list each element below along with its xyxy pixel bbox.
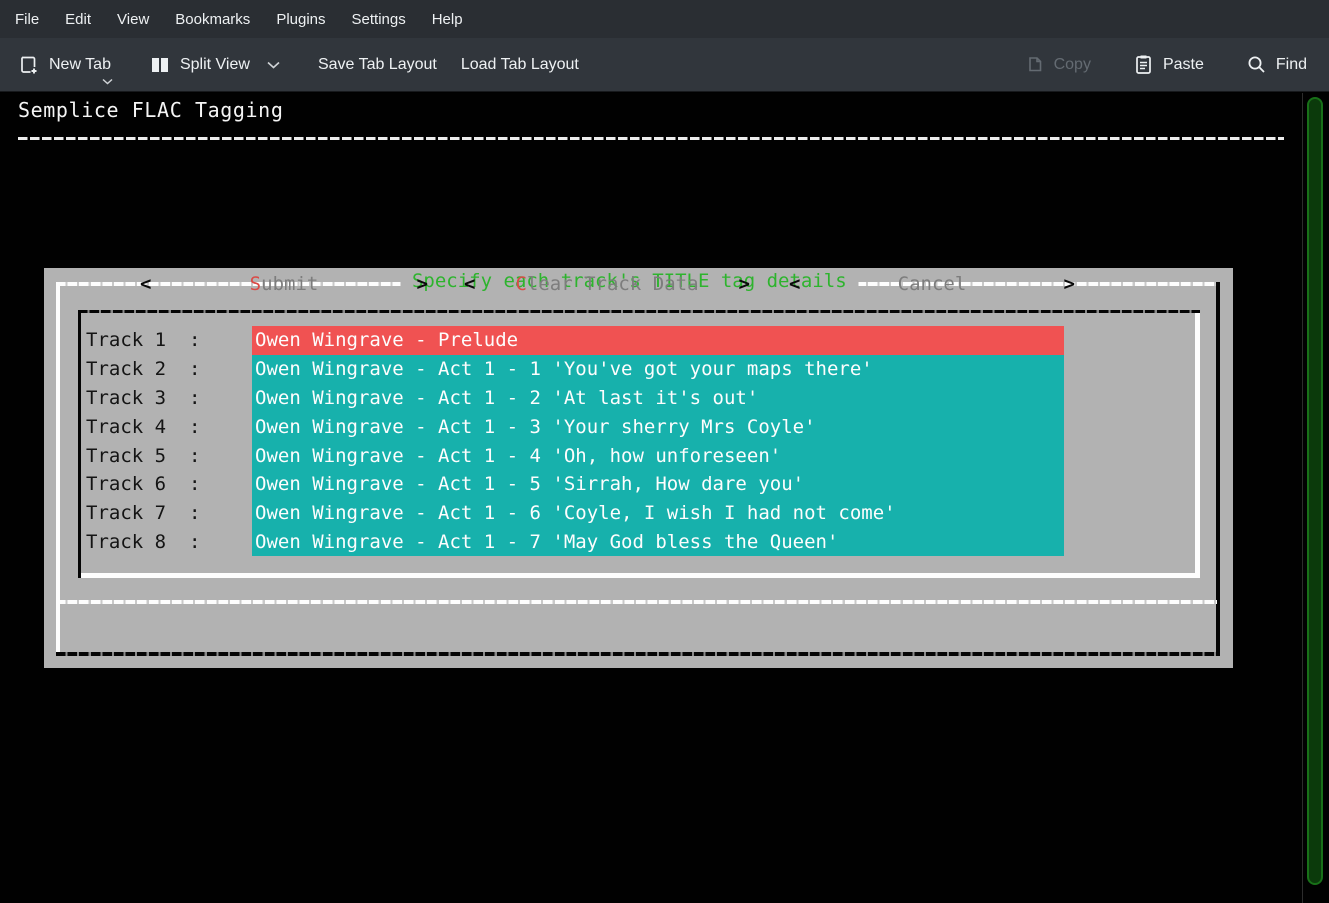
- track-form-box: Track 1 : Owen Wingrave - Prelude Track …: [78, 310, 1200, 578]
- track-label: Track 1 :: [78, 329, 252, 351]
- menu-settings[interactable]: Settings: [339, 0, 419, 38]
- split-view-label: Split View: [180, 56, 250, 74]
- cancel-label: Cancel: [898, 273, 967, 295]
- terminal-scrollbar[interactable]: [1307, 97, 1323, 885]
- terminal-heading: Semplice FLAC Tagging: [18, 98, 283, 122]
- menu-plugins[interactable]: Plugins: [263, 0, 338, 38]
- track-label: Track 3 :: [78, 387, 252, 409]
- track-label: Track 4 :: [78, 416, 252, 438]
- track-title-input[interactable]: Owen Wingrave - Act 1 - 1 'You've got yo…: [252, 355, 1064, 384]
- copy-icon: [1024, 54, 1045, 75]
- submit-label: ubmit: [261, 273, 318, 295]
- bracket-right: >: [417, 273, 428, 295]
- submit-hotkey: S: [250, 273, 261, 295]
- track-title-input[interactable]: Owen Wingrave - Act 1 - 7 'May God bless…: [252, 528, 1064, 557]
- toolbar: New Tab Split View Save Tab: [0, 38, 1329, 92]
- menu-file[interactable]: File: [2, 0, 52, 38]
- find-button[interactable]: Find: [1234, 43, 1319, 87]
- dialog-button-separator: [56, 600, 1217, 604]
- heading-underline: [18, 137, 1284, 140]
- clear-label: lear Track Data: [527, 273, 699, 295]
- copy-button[interactable]: Copy: [1012, 43, 1103, 87]
- track-rows: Track 1 : Owen Wingrave - Prelude Track …: [78, 326, 1200, 556]
- form-border-bottom: [81, 573, 1200, 578]
- track-row: Track 1 : Owen Wingrave - Prelude: [78, 326, 1200, 355]
- cancel-button[interactable]: < Cancel >: [789, 268, 1075, 300]
- track-label: Track 5 :: [78, 445, 252, 467]
- copy-label: Copy: [1054, 56, 1091, 74]
- track-row: Track 4 : Owen Wingrave - Act 1 - 3 'You…: [78, 412, 1200, 441]
- track-title-input[interactable]: Owen Wingrave - Act 1 - 4 'Oh, how unfor…: [252, 441, 1064, 470]
- clear-track-data-button[interactable]: < Clear Track Data >: [464, 268, 750, 300]
- save-tab-layout-label: Save Tab Layout: [318, 56, 437, 74]
- track-row: Track 6 : Owen Wingrave - Act 1 - 5 'Sir…: [78, 470, 1200, 499]
- paste-icon: [1133, 54, 1154, 75]
- track-row: Track 7 : Owen Wingrave - Act 1 - 6 'Coy…: [78, 499, 1200, 528]
- bracket-left: <: [789, 273, 800, 295]
- track-label: Track 6 :: [78, 473, 252, 495]
- track-row: Track 2 : Owen Wingrave - Act 1 - 1 'You…: [78, 355, 1200, 384]
- track-title-input[interactable]: Owen Wingrave - Prelude: [252, 326, 1064, 355]
- track-title-input[interactable]: Owen Wingrave - Act 1 - 5 'Sirrah, How d…: [252, 470, 1064, 499]
- new-tab-chevron-down-icon[interactable]: [102, 78, 113, 85]
- clear-hotkey: C: [515, 273, 526, 295]
- terminal-edge-divider: [1302, 93, 1303, 903]
- menu-help[interactable]: Help: [419, 0, 476, 38]
- track-label: Track 2 :: [78, 358, 252, 380]
- split-view-chevron-down-icon[interactable]: [267, 61, 280, 69]
- form-border-top: [78, 310, 1200, 313]
- find-icon: [1246, 54, 1267, 75]
- new-tab-icon: [18, 54, 40, 76]
- split-view-icon: [149, 54, 171, 76]
- menu-bookmarks[interactable]: Bookmarks: [162, 0, 263, 38]
- load-tab-layout-button[interactable]: Load Tab Layout: [449, 43, 591, 87]
- new-tab-button[interactable]: New Tab: [6, 43, 123, 87]
- paste-button[interactable]: Paste: [1121, 43, 1216, 87]
- bracket-right: >: [739, 273, 750, 295]
- track-title-input[interactable]: Owen Wingrave - Act 1 - 6 'Coyle, I wish…: [252, 499, 1064, 528]
- find-label: Find: [1276, 56, 1307, 74]
- new-tab-label: New Tab: [49, 56, 111, 74]
- terminal-view[interactable]: Semplice FLAC Tagging Specify each track…: [0, 93, 1329, 903]
- track-row: Track 5 : Owen Wingrave - Act 1 - 4 'Oh,…: [78, 441, 1200, 470]
- menu-bar: File Edit View Bookmarks Plugins Setting…: [0, 0, 1329, 38]
- track-title-input[interactable]: Owen Wingrave - Act 1 - 3 'Your sherry M…: [252, 412, 1064, 441]
- track-row: Track 3 : Owen Wingrave - Act 1 - 2 'At …: [78, 384, 1200, 413]
- paste-label: Paste: [1163, 56, 1204, 74]
- track-title-input[interactable]: Owen Wingrave - Act 1 - 2 'At last it's …: [252, 384, 1064, 413]
- menu-edit[interactable]: Edit: [52, 0, 104, 38]
- track-row: Track 8 : Owen Wingrave - Act 1 - 7 'May…: [78, 528, 1200, 557]
- submit-button[interactable]: < Submit >: [140, 268, 428, 300]
- dialog-border-bottom: [56, 652, 1217, 656]
- title-tag-dialog: Specify each track's TITLE tag details T…: [44, 268, 1233, 668]
- split-view-button[interactable]: Split View: [137, 43, 292, 87]
- bracket-left: <: [464, 273, 475, 295]
- bracket-right: >: [1064, 273, 1075, 295]
- bracket-left: <: [140, 273, 151, 295]
- save-tab-layout-button[interactable]: Save Tab Layout: [306, 43, 449, 87]
- menu-view[interactable]: View: [104, 0, 162, 38]
- track-label: Track 7 :: [78, 502, 252, 524]
- load-tab-layout-label: Load Tab Layout: [461, 56, 579, 74]
- track-label: Track 8 :: [78, 531, 252, 553]
